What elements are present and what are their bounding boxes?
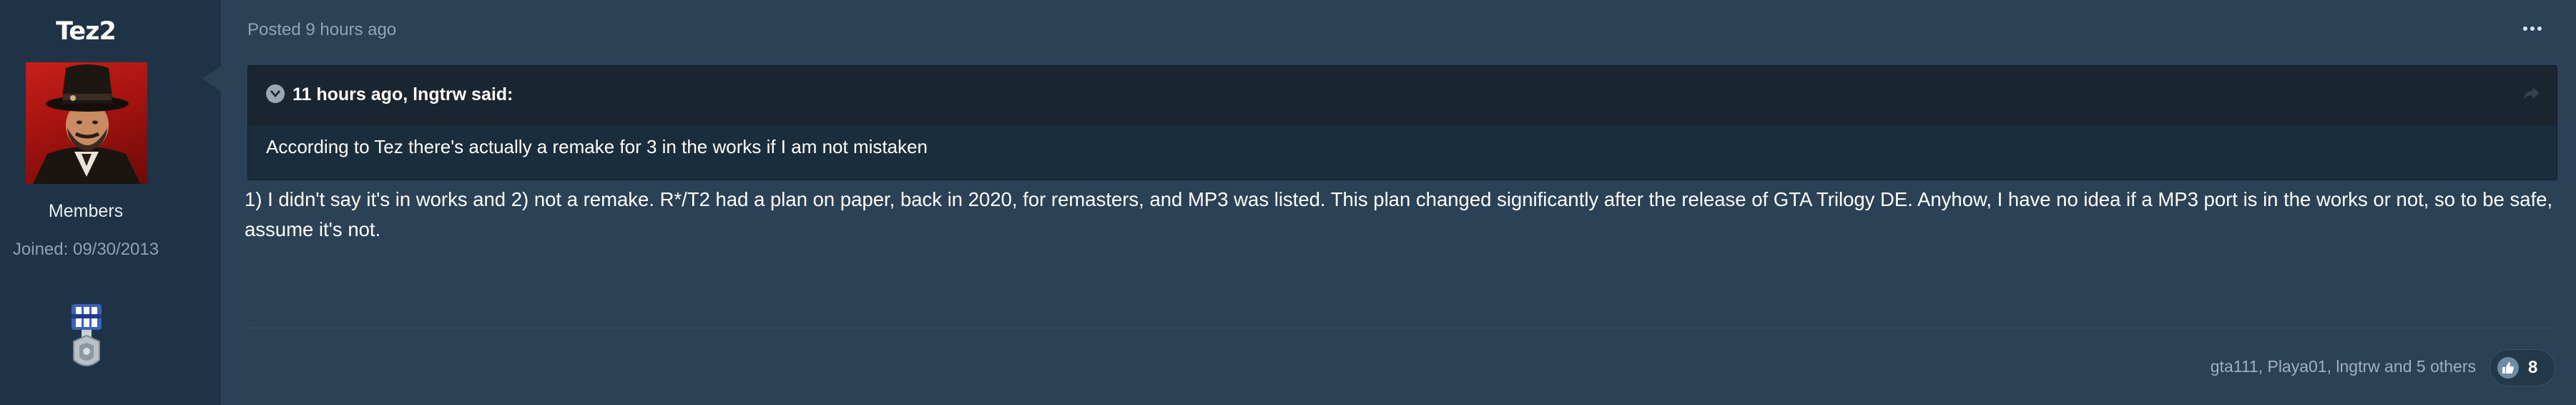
avatar[interactable]: [26, 62, 147, 184]
thumbs-up-icon: [2497, 357, 2519, 379]
quote-header: 11 hours ago, lngtrw said:: [248, 66, 2557, 126]
posted-time[interactable]: 9 hours ago: [305, 20, 396, 39]
share-arrow-icon[interactable]: [2522, 86, 2541, 102]
forum-post: Tez2 Members Joined: 09/30/2013 Posted 9…: [0, 0, 2576, 405]
joined-date-value: 09/30/2013: [72, 240, 159, 259]
reaction-button[interactable]: 8: [2489, 349, 2555, 386]
reaction-count: 8: [2528, 358, 2538, 377]
reaction-users[interactable]: gta111, Playa01, lngtrw and 5 others: [2211, 357, 2476, 376]
quote-block: 11 hours ago, lngtrw said: According to …: [247, 65, 2557, 180]
quote-citation[interactable]: 11 hours ago, lngtrw said:: [292, 84, 513, 105]
post-body: 1) I didn't say it's in works and 2) not…: [245, 188, 2553, 240]
author-pointer: [202, 66, 221, 92]
rank-medal-icon[interactable]: [69, 303, 104, 374]
more-options-icon[interactable]: [2519, 20, 2546, 37]
joined-label: Joined:: [12, 240, 69, 259]
collapse-toggle-icon[interactable]: [266, 84, 285, 103]
joined-date: Joined: 09/30/2013: [0, 240, 172, 260]
author-panel: Tez2 Members Joined: 09/30/2013: [0, 0, 221, 405]
member-group: Members: [48, 201, 124, 221]
quote-text: According to Tez there's actually a rema…: [266, 136, 928, 157]
post-timestamp[interactable]: Posted 9 hours ago: [247, 20, 396, 40]
posted-label: Posted: [247, 20, 301, 39]
author-name[interactable]: Tez2: [0, 17, 172, 46]
